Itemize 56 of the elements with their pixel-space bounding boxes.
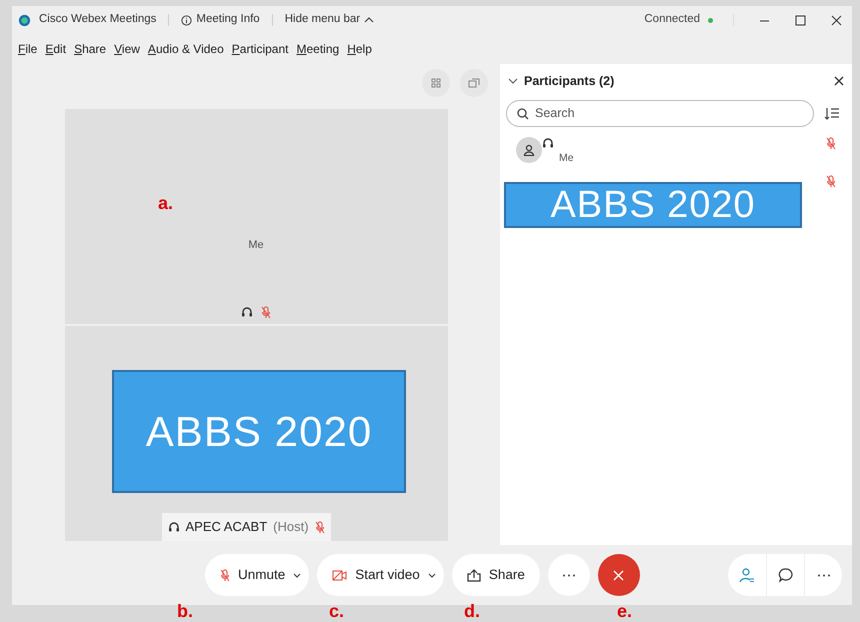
end-meeting-button[interactable]	[598, 554, 640, 596]
share-button[interactable]: Share	[452, 554, 540, 596]
info-icon	[181, 14, 192, 26]
close-icon	[830, 14, 842, 26]
participant-name: Me	[248, 238, 264, 253]
annotation-label: d.	[464, 601, 480, 621]
hide-menu-button[interactable]: Hide menu bar	[284, 11, 374, 29]
muted-mic-icon	[220, 568, 230, 582]
menu-item[interactable]: Help	[347, 40, 372, 58]
close-icon	[613, 570, 624, 580]
chat-icon	[778, 567, 794, 583]
unmute-button[interactable]: Unmute	[205, 554, 310, 596]
chevron-up-icon	[364, 16, 374, 24]
headset-icon	[168, 521, 180, 533]
more-icon	[562, 574, 576, 576]
person-list-icon	[739, 567, 755, 583]
annotation-label: b.	[177, 601, 193, 621]
menu-item[interactable]: Participant	[232, 40, 288, 58]
caption-banner: ABBS 2020	[504, 182, 802, 228]
participant-name: APEC ACABT	[186, 518, 268, 536]
app-title: Cisco Webex Meetings	[39, 12, 156, 28]
caption-banner: ABBS 2020	[112, 370, 406, 493]
meeting-info-button[interactable]: Meeting Info	[181, 11, 260, 29]
menu-item[interactable]: View	[114, 40, 140, 58]
more-icon	[816, 574, 830, 576]
menu-item[interactable]: File	[18, 40, 38, 58]
search-icon	[517, 108, 529, 120]
host-tag: (Host)	[273, 517, 309, 537]
connection-status: Connected	[644, 12, 700, 28]
headset-icon	[542, 137, 554, 149]
video-off-icon	[332, 570, 348, 580]
maximize-icon	[794, 14, 806, 26]
sort-icon[interactable]	[824, 106, 840, 122]
menu-item[interactable]: Share	[74, 40, 106, 58]
start-video-button[interactable]: Start video	[317, 554, 444, 596]
headset-icon	[241, 306, 253, 318]
app-logo-icon	[18, 14, 31, 26]
windows-icon	[468, 78, 480, 88]
avatar-icon	[516, 137, 542, 163]
menu-item[interactable]: Meeting	[296, 40, 340, 58]
close-panel-button[interactable]	[834, 76, 844, 86]
panel-title: Participants (2)	[524, 72, 614, 90]
search-input[interactable]: Search	[535, 104, 795, 123]
annotation-label: a.	[158, 193, 174, 213]
annotation-label: e.	[617, 601, 632, 621]
chevron-down-icon[interactable]	[508, 77, 518, 85]
layout-button[interactable]	[460, 69, 488, 97]
grid-view-button[interactable]	[422, 69, 450, 97]
menu-item[interactable]: Edit	[45, 40, 66, 58]
participant-name: Me	[559, 151, 574, 166]
menu-item[interactable]: Audio & Video	[148, 40, 224, 58]
close-icon	[834, 76, 844, 86]
annotation-label: c.	[329, 601, 344, 621]
search-field[interactable]: Search	[506, 100, 814, 127]
share-icon	[466, 568, 481, 582]
grid-icon	[431, 78, 441, 88]
